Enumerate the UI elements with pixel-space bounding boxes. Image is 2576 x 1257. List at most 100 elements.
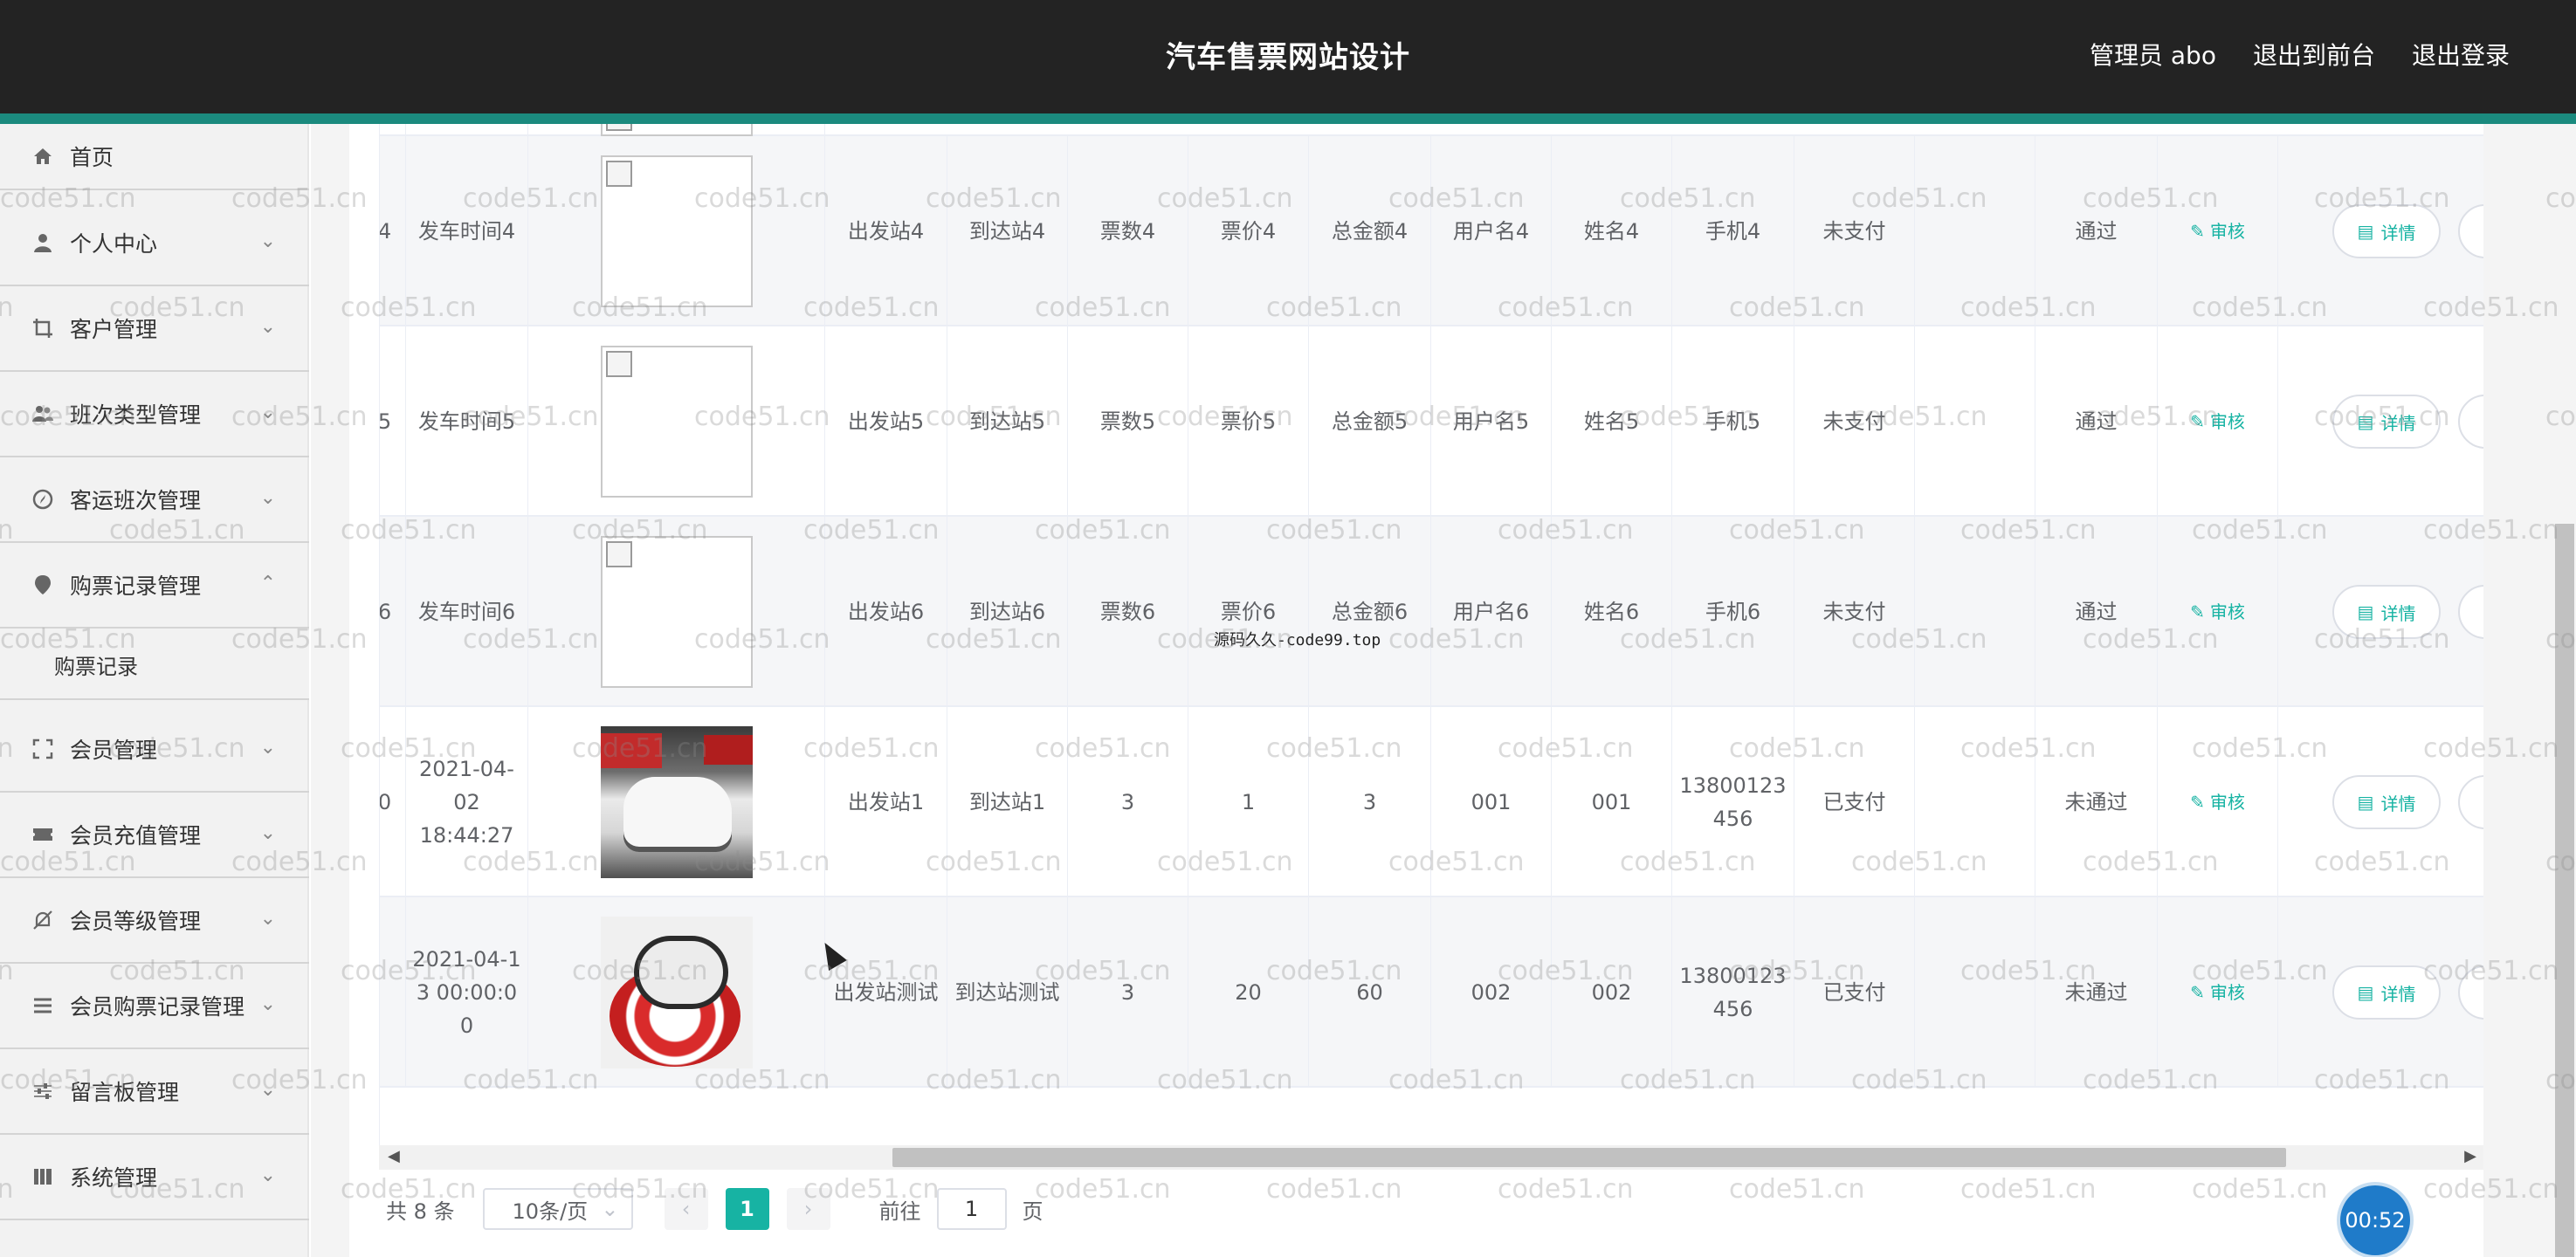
sidebar-item-passenger-shift[interactable]: 客运班次管理 ⌄ [0, 457, 309, 543]
page-size-select[interactable]: 10条/页 ⌄ [482, 1188, 633, 1230]
departure-time-cell: 发车时间6 [406, 517, 528, 707]
ticket-count-cell: 票数5 [1068, 326, 1188, 517]
total-amount-cell: 60 [1309, 897, 1431, 1088]
document-icon: ▤ [2357, 601, 2374, 622]
ticket-price-cell: 票价6 [1188, 517, 1309, 707]
submenu-item-ticket-record[interactable]: 购票记录 [0, 630, 309, 700]
table-row: 5 发车时间5 出发站5 到达站5 票数5 票价5 总金额5 用户名5 姓名5 … [380, 326, 2483, 517]
home-icon [30, 143, 56, 169]
ticket-record-table: 4 发车时间4 出发站4 到达站4 票数4 票价4 总金额4 用户名4 姓名4 … [379, 124, 2483, 1145]
audit-button[interactable]: ✎ 审核 [2190, 595, 2245, 628]
departure-time-cell: 2021-04-13 00:00:00 [406, 897, 528, 1088]
audit-button[interactable]: ✎ 审核 [2190, 405, 2245, 438]
more-button[interactable] [2458, 775, 2483, 829]
page-number-current[interactable]: 1 [725, 1188, 769, 1230]
top-nav: 管理员 abo 退出到前台 退出登录 [2090, 37, 2510, 72]
total-amount-cell: 总金额4 [1309, 136, 1431, 326]
edit-icon: ✎ [2190, 792, 2205, 813]
payment-status-cell: 未支付 [1794, 136, 1915, 326]
from-station-cell: 出发站4 [825, 136, 947, 326]
sidebar-item-ticket-records[interactable]: 购票记录管理 ⌃ [0, 543, 309, 628]
document-icon: ▤ [2357, 411, 2374, 432]
more-button[interactable] [2458, 204, 2483, 258]
table-row: 2021-04-13 00:00:00 出发站测试 到达站测试 3 20 60 … [380, 897, 2483, 1088]
total-amount-cell: 总金额5 [1309, 326, 1431, 517]
username-cell: 用户名4 [1431, 136, 1552, 326]
chevron-down-icon: ⌄ [259, 316, 276, 338]
audit-button[interactable]: ✎ 审核 [2190, 786, 2245, 819]
chevron-down-icon: ⌄ [259, 487, 276, 509]
vertical-scrollbar-thumb[interactable] [2555, 524, 2574, 1257]
image-cell [528, 136, 825, 326]
logout-link[interactable]: 退出登录 [2412, 37, 2510, 72]
to-station-cell: 到达站6 [947, 517, 1068, 707]
horizontal-scrollbar[interactable]: ◀ ▶ [379, 1145, 2483, 1170]
detail-button[interactable]: ▤ 详情 [2332, 395, 2441, 449]
review-status-cell: 未通过 [2035, 897, 2158, 1088]
broken-image [600, 155, 753, 307]
from-station-cell: 出发站6 [825, 517, 947, 707]
scrollbar-thumb[interactable] [892, 1148, 2286, 1167]
table-row: 6 发车时间6 出发站6 到达站6 票数6 票价6 总金额6 用户名6 姓名6 … [380, 517, 2483, 707]
broken-image [600, 536, 753, 688]
ticket-price-cell: 票价4 [1188, 136, 1309, 326]
detail-label: 详情 [2380, 412, 2416, 434]
sidebar-item-label: 个人中心 [70, 231, 158, 257]
table-row [380, 124, 2483, 136]
table-cell [1915, 517, 2035, 707]
sidebar-item-home[interactable]: 首页 [0, 124, 309, 190]
audit-cell: ✎ 审核 [2158, 517, 2278, 707]
ticket-count-cell: 3 [1068, 707, 1188, 897]
detail-button[interactable]: ▤ 详情 [2332, 965, 2441, 1020]
goto-page-input[interactable]: 1 [936, 1188, 1007, 1230]
index-cell: 6 [380, 517, 406, 707]
sidebar-item-customer[interactable]: 客户管理 ⌄ [0, 286, 309, 372]
audit-button[interactable]: ✎ 审核 [2190, 215, 2245, 248]
submenu-item-label: 购票记录 [54, 654, 138, 679]
sidebar-item-member[interactable]: 会员管理 ⌄ [0, 707, 309, 793]
scroll-left-icon[interactable]: ◀ [388, 1147, 400, 1165]
prev-page-button[interactable]: ‹ [664, 1188, 708, 1230]
sidebar-item-member-ticket-records[interactable]: 会员购票记录管理 ⌄ [0, 964, 309, 1049]
more-button[interactable] [2458, 965, 2483, 1020]
goto-label: 前往 [878, 1199, 921, 1224]
list-icon [30, 993, 56, 1019]
sidebar-item-system[interactable]: 系统管理 ⌄ [0, 1135, 309, 1220]
table-cell [1915, 326, 2035, 517]
next-page-button[interactable]: › [786, 1188, 830, 1230]
image-cell [528, 517, 825, 707]
review-status-cell: 通过 [2035, 326, 2158, 517]
table-cell [1915, 136, 2035, 326]
more-button[interactable] [2458, 585, 2483, 639]
compass-icon [30, 486, 56, 512]
sidebar: 首页 个人中心 ⌄ 客户管理 ⌄ 班次类型管理 ⌄ 客运班次管理 ⌄ 购票记录管… [0, 124, 309, 1257]
payment-status-cell: 未支付 [1794, 326, 1915, 517]
audit-button[interactable]: ✎ 审核 [2190, 976, 2245, 1009]
page-jump: 前往 1 页 [879, 1188, 1043, 1230]
chevron-down-icon: ⌄ [259, 1164, 276, 1186]
chevron-down-icon: ⌄ [259, 737, 276, 759]
more-button[interactable] [2458, 395, 2483, 449]
edit-icon: ✎ [2190, 982, 2205, 1003]
audit-cell: ✎ 审核 [2158, 326, 2278, 517]
pin-icon [30, 572, 56, 598]
sidebar-item-member-level[interactable]: 会员等级管理 ⌄ [0, 878, 309, 964]
audit-label: 审核 [2209, 792, 2245, 813]
detail-button[interactable]: ▤ 详情 [2332, 775, 2441, 829]
name-cell: 姓名5 [1552, 326, 1672, 517]
back-to-front-link[interactable]: 退出到前台 [2253, 37, 2375, 72]
sliders-icon [30, 1078, 56, 1104]
fullscreen-icon [30, 736, 56, 762]
detail-button[interactable]: ▤ 详情 [2332, 204, 2441, 258]
detail-button[interactable]: ▤ 详情 [2332, 585, 2441, 639]
scroll-right-icon[interactable]: ▶ [2464, 1147, 2476, 1165]
phone-cell: 手机4 [1672, 136, 1794, 326]
users-icon [30, 401, 56, 427]
sidebar-item-personal-center[interactable]: 个人中心 ⌄ [0, 201, 309, 286]
audit-label: 审核 [2209, 601, 2245, 622]
sidebar-item-shift-type[interactable]: 班次类型管理 ⌄ [0, 372, 309, 457]
sidebar-item-member-recharge[interactable]: 会员充值管理 ⌄ [0, 793, 309, 878]
chevron-down-icon: ⌄ [259, 230, 276, 252]
sidebar-item-message-board[interactable]: 留言板管理 ⌄ [0, 1049, 309, 1135]
to-station-cell: 到达站5 [947, 326, 1068, 517]
